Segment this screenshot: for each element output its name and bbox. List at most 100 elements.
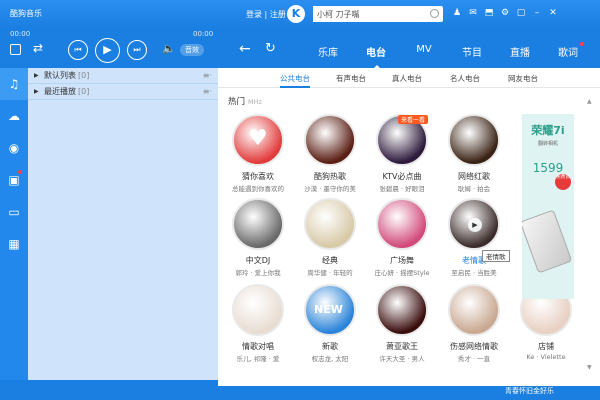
monitor-icon[interactable]: ▭ (0, 196, 28, 228)
station-desc: 郭玲 · 爱上你我 (235, 269, 281, 277)
station-cover[interactable] (376, 198, 428, 250)
menu-icon[interactable]: ≡· (203, 84, 212, 99)
subtab-4[interactable]: 网友电台 (508, 73, 538, 84)
tab-3[interactable]: 节目 (448, 44, 496, 59)
station-desc: 乐儿, 祁隆 · 爱 (236, 355, 280, 363)
radio-subtabs: 公共电台 有声电台 真人电台 名人电台 网友电台 (218, 68, 600, 88)
previous-button[interactable]: ⏮ (68, 40, 88, 60)
tab-0[interactable]: 乐库 (304, 44, 352, 59)
tab-4[interactable]: 直播 (496, 44, 544, 59)
music-icon[interactable]: ♫ (0, 68, 28, 100)
station-name[interactable]: 网络红歌 (438, 171, 510, 182)
bottom-ad-text[interactable]: 青春怀旧金好乐 (505, 386, 554, 396)
playlist-name: 默认列表 (44, 71, 76, 80)
subtab-1[interactable]: 有声电台 (336, 73, 366, 84)
minimize-icon[interactable]: – (532, 8, 542, 18)
station-name[interactable]: 经典 (294, 255, 366, 266)
station-name[interactable]: 情歌对唱 (222, 341, 294, 352)
tooltip: 老情歌 (482, 250, 510, 262)
player-controls: ⇄ ⏮ ▶ ⏭ 🔈 音效 (0, 38, 218, 64)
station-card[interactable]: 情歌对唱乐儿, 祁隆 · 爱 (222, 284, 294, 363)
desktop-lyrics-icon[interactable] (10, 44, 21, 55)
tab-5[interactable]: 歌词 (544, 42, 592, 59)
user-icon[interactable]: ♟ (452, 8, 462, 18)
skin-icon[interactable]: ⬒ (484, 8, 494, 18)
refresh-icon[interactable]: ↻ (265, 41, 276, 56)
station-card[interactable]: 广场舞 庄心妍 · 摇摆Style (366, 198, 438, 277)
station-name[interactable]: 猜你喜欢 (222, 171, 294, 182)
volume-icon[interactable]: 🔈 (162, 42, 176, 55)
station-cover[interactable]: ▶ (448, 198, 500, 250)
station-name[interactable]: 伤感网络情歌 (438, 341, 510, 352)
station-cover[interactable] (304, 114, 356, 166)
station-card[interactable]: 萧亚歌王 许天大圣 · 男人 (366, 284, 438, 363)
station-name[interactable]: 店铺 (510, 341, 582, 352)
station-desc: 权志龙, 太阳 (311, 355, 349, 363)
app-title: 酷狗音乐 (10, 9, 42, 18)
station-cover[interactable] (232, 198, 284, 250)
playlist-count: [0] (78, 87, 90, 96)
play-button[interactable]: ▶ (95, 38, 120, 63)
close-icon[interactable]: ✕ (548, 8, 558, 18)
mini-mode-icon[interactable]: ▢ (516, 8, 526, 18)
login-link[interactable]: 登录 | 注册 (246, 9, 286, 20)
main-nav: 乐库 电台 MV 节目 直播 歌词 (304, 42, 592, 70)
station-card[interactable]: NEW 新歌权志龙, 太阳 (294, 284, 366, 363)
message-icon[interactable]: ✉ (468, 8, 478, 18)
back-icon[interactable]: ← (239, 41, 251, 57)
ad-subtitle: 翻转相机 (537, 141, 558, 147)
station-name[interactable]: 萧亚歌王 (366, 341, 438, 352)
ad-banner[interactable]: 荣耀7i 翻转相机 1599 免费领 (522, 114, 574, 299)
expand-arrow-icon[interactable]: ▶ (34, 84, 39, 99)
station-card[interactable]: ▶ 老情歌 至启民 · 当胜美 (438, 198, 510, 277)
station-cover[interactable] (232, 284, 284, 336)
next-button[interactable]: ⏭ (127, 40, 147, 60)
playlist-row[interactable]: ▶ 默认列表 [0] ≡· (28, 68, 218, 84)
subtab-2[interactable]: 真人电台 (392, 73, 422, 84)
station-cover[interactable]: NEW (304, 284, 356, 336)
time-total: 00:00 (193, 30, 214, 38)
station-card[interactable]: 网络红歌耿姆 · 拍会 (438, 114, 510, 193)
station-desc: 张碧晨 · 好眼泪 (379, 185, 425, 193)
station-name[interactable]: KTV必点曲 (366, 171, 438, 182)
station-cover[interactable] (304, 198, 356, 250)
station-cover[interactable] (376, 284, 428, 336)
station-desc: 耿姆 · 拍会 (457, 185, 491, 193)
scroll-down-icon[interactable]: ▼ (587, 364, 592, 371)
cloud-icon[interactable]: ☁ (0, 100, 28, 132)
station-card[interactable]: ♥ 猜你喜欢 总能遇到你喜欢的 (222, 114, 294, 193)
settings-icon[interactable]: ⚙ (500, 8, 510, 18)
station-card[interactable]: 中文DJ 郭玲 · 爱上你我 (222, 198, 294, 277)
search-box[interactable] (313, 6, 443, 22)
station-card[interactable]: 伤感网络情歌 秀才 · 一直 (438, 284, 510, 363)
playlist-row[interactable]: ▶ 最近播放 [0] ≡· (28, 84, 218, 100)
subtab-3[interactable]: 名人电台 (450, 73, 480, 84)
apps-icon[interactable]: ▦ (0, 228, 28, 260)
hot-badge: 来看一看 (398, 115, 429, 124)
station-card[interactable]: KTV必点曲 张碧晨 · 好眼泪 (366, 114, 438, 193)
play-icon[interactable]: ▶ (468, 218, 482, 232)
station-card[interactable]: 酷狗热歌 沙漠 · 墨守你的美 (294, 114, 366, 193)
scroll-up-icon[interactable]: ▲ (587, 98, 592, 105)
subtab-0[interactable]: 公共电台 (280, 73, 310, 88)
search-input[interactable] (313, 6, 423, 22)
loop-icon[interactable]: ⇄ (33, 41, 43, 55)
tab-2[interactable]: MV (400, 44, 448, 59)
station-desc: 周华健 · 年轻的 (307, 269, 353, 277)
radio-icon[interactable]: ◉ (0, 132, 28, 164)
menu-icon[interactable]: ≡· (203, 68, 212, 83)
station-card[interactable]: 经典周华健 · 年轻的 (294, 198, 366, 277)
station-cover[interactable] (448, 114, 500, 166)
station-name[interactable]: 酷狗热歌 (294, 171, 366, 182)
tab-1[interactable]: 电台 (352, 44, 400, 70)
sound-effect-button[interactable]: 音效 (180, 44, 204, 56)
station-cover[interactable]: ♥ (232, 114, 284, 166)
station-name[interactable]: 新歌 (294, 341, 366, 352)
expand-arrow-icon[interactable]: ▶ (34, 68, 39, 83)
station-cover[interactable] (448, 284, 500, 336)
search-icon[interactable] (430, 9, 439, 18)
station-name[interactable]: 广场舞 (366, 255, 438, 266)
ad-price: 1599 (532, 161, 564, 175)
download-icon[interactable]: ▣ (0, 164, 28, 196)
station-name[interactable]: 中文DJ (222, 255, 294, 266)
